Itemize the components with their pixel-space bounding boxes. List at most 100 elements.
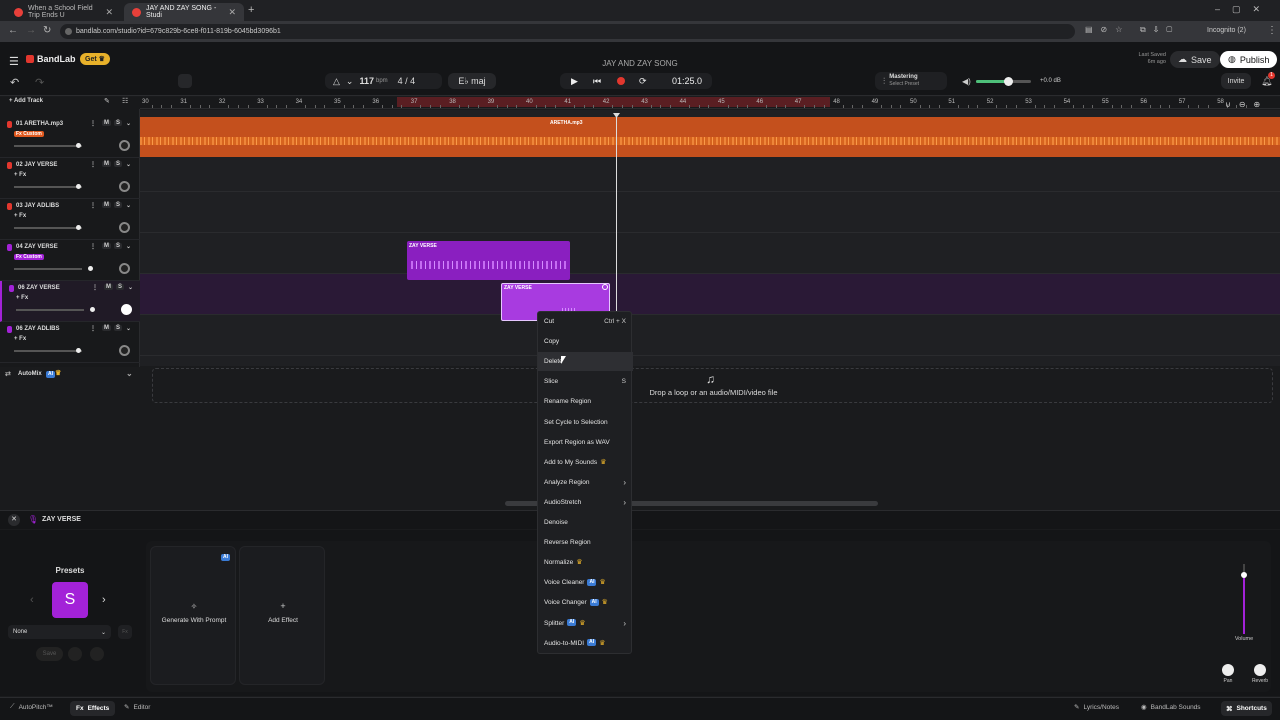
metronome-toggle[interactable]: [178, 74, 192, 88]
add-fx-button[interactable]: + Fx: [14, 336, 26, 342]
master-volume-knob[interactable]: [1004, 77, 1013, 86]
key-selector[interactable]: E♭ maj: [448, 73, 496, 89]
drop-zone[interactable]: ♫ Drop a loop or an audio/MIDI/video fil…: [152, 368, 1273, 403]
solo-button[interactable]: S: [114, 202, 123, 208]
add-fx-button[interactable]: + Fx: [14, 213, 26, 219]
invite-button[interactable]: Invite: [1221, 73, 1251, 89]
browser-tab-active[interactable]: JAY AND ZAY SONG - Studi ✕: [124, 3, 244, 21]
settings-icon[interactable]: ☷: [122, 97, 128, 105]
context-menu-item[interactable]: Analyze Region ›: [538, 473, 633, 492]
skip-back-icon[interactable]: ⏮: [593, 76, 601, 87]
pan-knob[interactable]: [119, 222, 130, 233]
metronome-icon[interactable]: △: [333, 76, 340, 87]
pencil-icon[interactable]: ✎: [104, 97, 110, 105]
mute-button[interactable]: M: [102, 202, 111, 208]
chevron-down-icon[interactable]: ⌄: [346, 76, 354, 87]
track-header[interactable]: 06 ZAY VERSE ⋮ M S ⌄ + Fx: [0, 281, 140, 322]
master-volume-slider[interactable]: [976, 77, 1031, 86]
zoom-controls[interactable]: ⊍⊖⊕: [1225, 100, 1268, 109]
solo-button[interactable]: S: [114, 325, 123, 331]
pan-knob[interactable]: [119, 181, 130, 192]
lane[interactable]: [140, 233, 1280, 274]
mute-button[interactable]: M: [104, 284, 113, 290]
reverb-knob[interactable]: [1254, 664, 1266, 676]
lane-selected[interactable]: [140, 274, 1280, 315]
context-menu-item[interactable]: Reverse Region: [538, 533, 633, 552]
track-menu-icon[interactable]: ⋮: [90, 202, 96, 209]
record-icon[interactable]: [617, 77, 625, 85]
song-title[interactable]: JAY AND ZAY SONG: [0, 59, 1280, 68]
track-header[interactable]: 01 ARETHA.mp3 ⋮ M S ⌄ Fx Custom: [0, 117, 140, 158]
context-menu-item[interactable]: Delete: [538, 352, 633, 372]
track-volume-slider[interactable]: [14, 145, 82, 147]
chevron-right-icon[interactable]: ›: [102, 594, 106, 606]
add-effect-card[interactable]: + Add Effect: [239, 546, 325, 685]
track-header[interactable]: 04 ZAY VERSE ⋮ M S ⌄ Fx Custom: [0, 240, 140, 281]
context-menu-item[interactable]: Copy: [538, 332, 633, 351]
solo-button[interactable]: S: [114, 161, 123, 167]
autopitch-tab[interactable]: ⟋ AutoPitch™: [10, 703, 53, 711]
bandlab-sounds-tab[interactable]: ◉ BandLab Sounds: [1141, 703, 1201, 712]
window-controls[interactable]: –▢✕: [1215, 4, 1272, 15]
track-volume-knob[interactable]: [88, 266, 93, 271]
track-volume-knob[interactable]: [76, 143, 81, 148]
track-name[interactable]: 02 JAY VERSE: [16, 162, 57, 168]
track-name[interactable]: 06 ZAY VERSE: [18, 285, 60, 291]
track-menu-icon[interactable]: ⋮: [90, 120, 96, 127]
track-header[interactable]: 02 JAY VERSE ⋮ M S ⌄ + Fx: [0, 158, 140, 199]
lyrics-notes-tab[interactable]: ✎ Lyrics/Notes: [1074, 703, 1119, 712]
track-volume-knob[interactable]: [76, 225, 81, 230]
mute-button[interactable]: M: [102, 161, 111, 167]
volume-fader-knob[interactable]: [1241, 572, 1247, 578]
fx-icon[interactable]: Fx: [118, 625, 132, 639]
loop-icon[interactable]: ⟳: [639, 76, 647, 87]
generate-with-prompt-card[interactable]: AI ✧ Generate With Prompt: [150, 546, 236, 685]
effects-tab[interactable]: Fx Effects: [70, 701, 116, 716]
chevron-down-icon[interactable]: ⌄: [126, 202, 131, 209]
track-header[interactable]: 06 ZAY ADLIBS ⋮ M S ⌄ + Fx: [0, 322, 140, 363]
close-icon[interactable]: ✕: [228, 7, 236, 18]
track-menu-icon[interactable]: ⋮: [92, 284, 98, 291]
preset-save-button[interactable]: Save: [36, 647, 63, 661]
track-menu-icon[interactable]: ⋮: [90, 243, 96, 250]
track-volume-slider[interactable]: [16, 309, 84, 311]
context-menu-item[interactable]: Normalize ♛: [538, 553, 633, 572]
context-menu-item[interactable]: Slice S: [538, 372, 633, 391]
region-zay-verse[interactable]: ZAY VERSE: [407, 241, 570, 280]
speaker-icon[interactable]: ◀): [962, 77, 971, 86]
add-track-button[interactable]: + Add Track: [9, 98, 43, 104]
browser-tab[interactable]: When a School Field Trip Ends U ✕: [6, 3, 121, 21]
reload-icon[interactable]: ↻: [43, 25, 51, 36]
context-menu-item[interactable]: Audio-to-MIDI AI ♛: [538, 634, 633, 653]
region-aretha[interactable]: ARETHA.mp3: [140, 117, 1280, 157]
preset-tile[interactable]: S: [52, 582, 88, 618]
chevron-down-icon[interactable]: ⌄: [126, 369, 133, 378]
pan-knob[interactable]: [119, 263, 130, 274]
extension-icons[interactable]: ⧉⇩▢: [1140, 25, 1180, 35]
fx-custom-badge[interactable]: Fx Custom: [14, 254, 44, 260]
chevron-down-icon[interactable]: ⌄: [126, 161, 131, 168]
track-header[interactable]: 03 JAY ADLIBS ⋮ M S ⌄ + Fx: [0, 199, 140, 240]
lane[interactable]: [140, 315, 1280, 356]
undo-icon[interactable]: ↶: [10, 76, 19, 89]
chevron-down-icon[interactable]: ⌄: [126, 243, 131, 250]
pan-knob[interactable]: [119, 345, 130, 356]
chevron-down-icon[interactable]: ⌄: [126, 325, 131, 332]
chevron-down-icon[interactable]: ⌄: [126, 120, 131, 127]
more-icon[interactable]: [90, 647, 104, 661]
track-volume-slider[interactable]: [14, 350, 82, 352]
context-menu-item[interactable]: Rename Region: [538, 392, 633, 411]
pan-knob[interactable]: [1222, 664, 1234, 676]
close-icon[interactable]: ✕: [105, 7, 113, 18]
track-volume-slider[interactable]: [14, 268, 82, 270]
back-icon[interactable]: ←: [8, 25, 18, 36]
forward-icon[interactable]: →: [26, 25, 36, 36]
new-tab-icon[interactable]: +: [248, 4, 254, 16]
region-loop-handle[interactable]: [602, 284, 608, 290]
url-field[interactable]: bandlab.com/studio?id=679c829b-6ce8-f011…: [60, 24, 1075, 39]
track-volume-knob[interactable]: [90, 307, 95, 312]
play-icon[interactable]: ▶: [571, 76, 578, 87]
shortcuts-button[interactable]: ⌘ Shortcuts: [1221, 701, 1272, 716]
time-signature[interactable]: 4 / 4: [398, 76, 416, 86]
mute-button[interactable]: M: [102, 325, 111, 331]
